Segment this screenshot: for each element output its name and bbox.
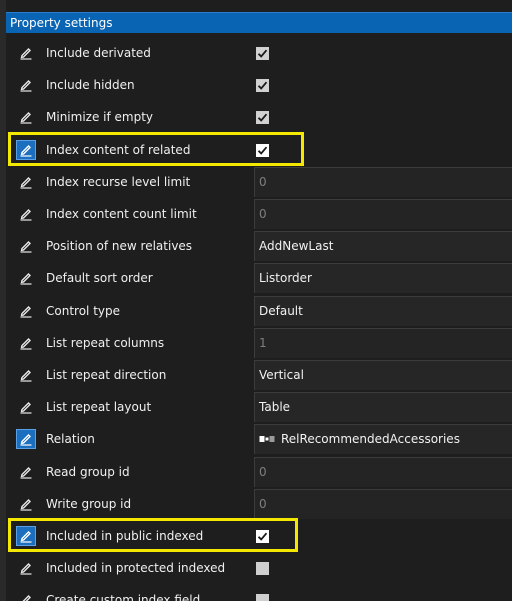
- property-row: Included in protected indexed: [6, 552, 512, 584]
- pencil-icon[interactable]: [16, 397, 36, 417]
- property-label: Create custom index field: [46, 593, 201, 601]
- property-label: Default sort order: [46, 271, 153, 286]
- property-value-field[interactable]: 0: [254, 199, 512, 229]
- property-label: List repeat columns: [46, 335, 165, 350]
- property-row: Create custom index field: [6, 584, 512, 601]
- pencil-icon[interactable]: [16, 204, 36, 224]
- property-value: Listorder: [259, 271, 312, 286]
- pencil-icon[interactable]: [16, 75, 36, 95]
- property-value-field[interactable]: Default: [254, 295, 512, 326]
- property-row: Index content of related: [6, 134, 512, 166]
- property-label: Write group id: [46, 496, 132, 511]
- property-label: Minimize if empty: [46, 110, 154, 125]
- property-row: Include hidden: [6, 69, 512, 101]
- pencil-icon[interactable]: [16, 494, 36, 514]
- pencil-icon[interactable]: [16, 462, 36, 482]
- property-label: List repeat layout: [46, 400, 152, 415]
- property-row: Default sort order Listorder: [6, 262, 512, 294]
- pencil-icon[interactable]: [16, 558, 36, 578]
- property-value-field[interactable]: 0: [254, 488, 512, 519]
- property-checkbox[interactable]: [256, 143, 269, 157]
- property-row: Position of new relatives AddNewLast: [6, 230, 512, 262]
- property-checkbox[interactable]: [256, 530, 269, 543]
- property-label: Index content count limit: [46, 207, 197, 221]
- pencil-icon[interactable]: [16, 333, 36, 353]
- property-row: Index recurse level limit 0: [6, 166, 512, 198]
- relation-icon: [259, 432, 281, 446]
- property-row: Relation RelRecommendedAccessories: [6, 423, 512, 455]
- property-checkbox[interactable]: [256, 79, 269, 93]
- property-value: 1: [259, 335, 267, 350]
- property-value: 0: [259, 464, 267, 479]
- pencil-icon[interactable]: [16, 590, 36, 601]
- property-label: Included in public indexed: [46, 529, 204, 543]
- property-value-field[interactable]: 1: [254, 327, 512, 358]
- pencil-icon[interactable]: [16, 236, 36, 256]
- property-row: Write group id 0: [6, 488, 512, 520]
- property-row: List repeat direction Vertical: [6, 359, 512, 391]
- property-checkbox[interactable]: [256, 111, 269, 125]
- pencil-icon[interactable]: [16, 107, 36, 127]
- property-label: Included in protected indexed: [46, 561, 226, 576]
- property-row: Index content count limit 0: [6, 198, 512, 230]
- pencil-icon[interactable]: [16, 429, 36, 450]
- property-value-field[interactable]: RelRecommendedAccessories: [254, 424, 512, 455]
- property-checkbox[interactable]: [256, 594, 269, 601]
- property-value: 0: [259, 207, 267, 221]
- property-row: Include derivated: [6, 37, 512, 69]
- pencil-icon[interactable]: [16, 365, 36, 385]
- property-label: Relation: [46, 432, 95, 447]
- property-value: 0: [259, 496, 267, 511]
- property-row: Included in public indexed: [6, 520, 512, 552]
- property-value-field[interactable]: 0: [254, 166, 512, 197]
- property-checkbox[interactable]: [256, 562, 269, 576]
- pencil-icon[interactable]: [16, 268, 36, 288]
- pencil-icon[interactable]: [16, 301, 36, 321]
- property-value-field[interactable]: Table: [254, 392, 512, 423]
- property-label: Index content of related: [46, 142, 191, 157]
- pencil-icon[interactable]: [16, 43, 36, 63]
- panel-title: Property settings: [6, 12, 512, 33]
- property-value-field[interactable]: Vertical: [254, 360, 512, 390]
- pencil-icon[interactable]: [16, 172, 36, 192]
- property-value-field[interactable]: AddNewLast: [254, 231, 512, 262]
- property-row: Minimize if empty: [6, 101, 512, 133]
- property-label: Control type: [46, 303, 120, 318]
- property-value: Table: [259, 400, 291, 415]
- property-label: Position of new relatives: [46, 239, 193, 254]
- property-row: List repeat layout Table: [6, 391, 512, 423]
- property-value: Vertical: [259, 368, 304, 382]
- pencil-icon[interactable]: [16, 526, 36, 546]
- property-value-field[interactable]: Listorder: [254, 263, 512, 294]
- property-value: Default: [259, 303, 303, 318]
- property-checkbox[interactable]: [256, 47, 269, 60]
- property-label: List repeat direction: [46, 368, 167, 382]
- property-row: Control type Default: [6, 295, 512, 327]
- property-row: Read group id 0: [6, 456, 512, 488]
- property-value: RelRecommendedAccessories: [281, 432, 460, 447]
- property-value-field[interactable]: 0: [254, 456, 512, 487]
- pencil-icon[interactable]: [16, 139, 36, 160]
- property-label: Read group id: [46, 464, 130, 479]
- property-label: Include hidden: [46, 78, 135, 93]
- property-row: List repeat columns 1: [6, 327, 512, 359]
- property-value: 0: [259, 174, 267, 189]
- property-value: AddNewLast: [259, 239, 334, 254]
- property-label: Include derivated: [46, 46, 151, 60]
- property-label: Index recurse level limit: [46, 174, 191, 189]
